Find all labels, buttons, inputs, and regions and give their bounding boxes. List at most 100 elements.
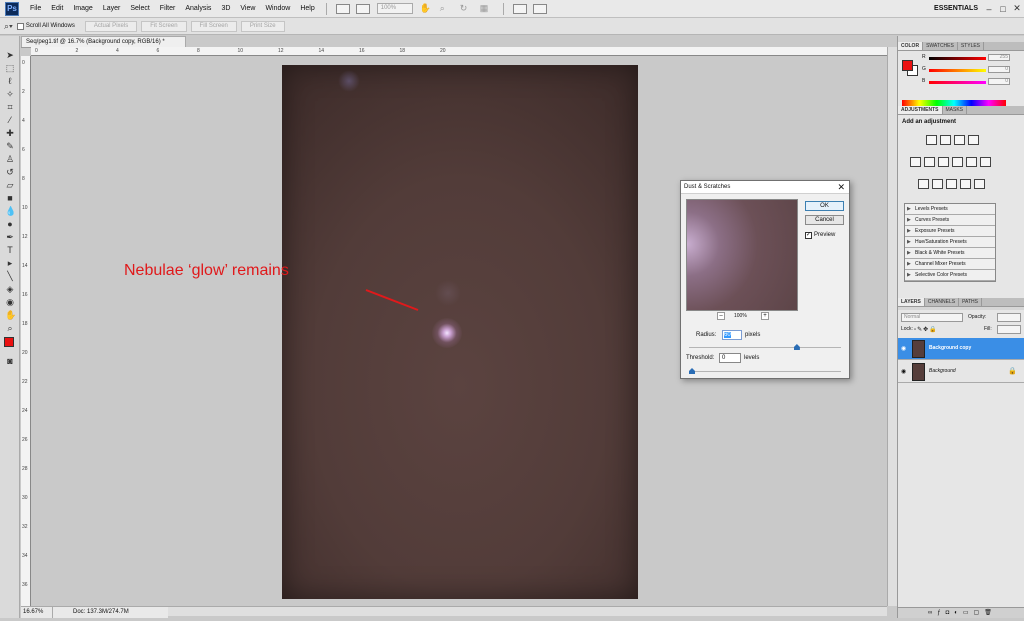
levels-icon[interactable] [940, 135, 951, 145]
hue-saturation-icon[interactable] [924, 157, 935, 167]
preset-exposure[interactable]: Exposure Presets [905, 226, 995, 237]
fit-screen-button[interactable]: Fit Screen [141, 20, 187, 32]
dialog-titlebar[interactable]: Dust & Scratches ✕ [681, 181, 849, 194]
threshold-slider-track[interactable] [689, 371, 841, 372]
3d-orbit-tool-icon[interactable]: ◉ [5, 297, 15, 307]
menu-filter[interactable]: Filter [155, 0, 181, 18]
vertical-scrollbar[interactable] [887, 47, 897, 606]
hand-tool-icon[interactable]: ✋ [5, 310, 16, 320]
menu-help[interactable]: Help [295, 0, 319, 18]
blue-channel-slider[interactable] [929, 81, 986, 84]
menu-layer[interactable]: Layer [98, 0, 126, 18]
threshold-icon[interactable] [946, 179, 957, 189]
zoom-status-field[interactable]: 16.67% [21, 607, 53, 618]
rotate-view-icon[interactable]: ↻ [460, 3, 474, 14]
fill-screen-button[interactable]: Fill Screen [190, 20, 237, 32]
foreground-color-swatch[interactable] [902, 60, 913, 71]
brightness-contrast-icon[interactable] [926, 135, 937, 145]
zoom-in-button[interactable]: + [761, 312, 769, 320]
maximize-button[interactable]: □ [996, 4, 1010, 14]
tab-swatches[interactable]: SWATCHES [923, 42, 958, 50]
blur-tool-icon[interactable]: 💧 [5, 206, 16, 216]
threshold-slider-thumb[interactable] [689, 368, 695, 374]
photo-filter-icon[interactable] [966, 157, 977, 167]
move-tool-icon[interactable]: ➤ [5, 50, 15, 60]
exposure-icon[interactable] [968, 135, 979, 145]
zoom-tool-preset-icon[interactable]: ⌕▾ [4, 21, 13, 32]
menu-select[interactable]: Select [125, 0, 154, 18]
menu-3d[interactable]: 3D [216, 0, 235, 18]
extras-icon[interactable] [355, 3, 370, 14]
curves-icon[interactable] [954, 135, 965, 145]
scroll-all-windows-checkbox[interactable] [16, 22, 24, 30]
tab-styles[interactable]: STYLES [958, 42, 985, 50]
eyedropper-tool-icon[interactable]: ⁄ [5, 115, 15, 125]
link-layers-icon[interactable]: ∞ [928, 610, 937, 616]
preset-curves[interactable]: Curves Presets [905, 215, 995, 226]
radius-input[interactable]: 60 [722, 330, 742, 340]
vertical-ruler[interactable]: 0 2 4 6 8 10 12 14 16 18 20 22 24 26 28 30 32 34 36 [21, 56, 31, 606]
menu-window[interactable]: Window [260, 0, 295, 18]
blue-channel-input[interactable]: 0 [988, 78, 1010, 85]
layer-style-icon[interactable]: ƒ [937, 610, 945, 616]
preset-black-white[interactable]: Black & White Presets [905, 248, 995, 259]
fill-input[interactable] [997, 325, 1021, 334]
horizontal-scrollbar[interactable] [168, 606, 887, 616]
color-balance-icon[interactable] [938, 157, 949, 167]
filter-preview-window[interactable] [686, 199, 798, 311]
eraser-tool-icon[interactable]: ▱ [5, 180, 15, 190]
path-selection-tool-icon[interactable]: ▸ [5, 258, 15, 268]
visibility-eye-icon[interactable]: ◉ [901, 345, 906, 352]
threshold-input[interactable]: 0 [719, 353, 741, 363]
channel-mixer-icon[interactable] [980, 157, 991, 167]
black-white-icon[interactable] [952, 157, 963, 167]
bridge-icon[interactable] [335, 3, 350, 14]
lasso-tool-icon[interactable]: ℓ [5, 76, 15, 86]
cancel-button[interactable]: Cancel [805, 215, 844, 225]
shape-tool-icon[interactable]: ╲ [5, 271, 15, 281]
quick-mask-icon[interactable]: ◙ [5, 356, 15, 366]
foreground-color-swatch[interactable] [4, 337, 14, 347]
clone-stamp-tool-icon[interactable]: ♙ [5, 154, 15, 164]
preset-selective-color[interactable]: Selective Color Presets [905, 270, 995, 281]
pen-tool-icon[interactable]: ✒ [5, 232, 15, 242]
new-layer-icon[interactable]: ▢ [974, 610, 985, 616]
marquee-tool-icon[interactable]: ⬚ [5, 63, 15, 73]
red-channel-slider[interactable] [929, 57, 986, 60]
lock-options-icons[interactable]: ▫✎✥🔒 [914, 326, 938, 333]
hand-tool-icon[interactable]: ✋ [420, 3, 434, 14]
gradient-tool-icon[interactable]: ■ [5, 193, 15, 203]
vibrance-icon[interactable] [910, 157, 921, 167]
document-tab[interactable]: Seq/peg1.tif @ 16.7% (Background copy, R… [21, 36, 186, 47]
tab-masks[interactable]: MASKS [943, 106, 968, 114]
crop-tool-icon[interactable]: ⌗ [5, 102, 15, 112]
new-group-icon[interactable]: ▭ [963, 610, 974, 616]
workspace-switcher[interactable]: ESSENTIALS [934, 5, 982, 12]
invert-icon[interactable] [918, 179, 929, 189]
zoom-tool-icon[interactable]: ⌕ [5, 323, 15, 333]
tab-color[interactable]: COLOR [898, 42, 924, 50]
opacity-input[interactable] [997, 313, 1021, 322]
menu-file[interactable]: File [25, 0, 46, 18]
zoom-level-select[interactable]: 100% [376, 3, 413, 14]
magic-wand-tool-icon[interactable]: ✧ [5, 89, 15, 99]
minimize-button[interactable]: – [982, 4, 996, 14]
blend-mode-select[interactable]: Normal [901, 313, 963, 322]
layer-row-background[interactable]: ◉ Background 🔒 [898, 361, 1024, 383]
menu-view[interactable]: View [235, 0, 260, 18]
dodge-tool-icon[interactable]: ● [5, 219, 15, 229]
3d-rotate-tool-icon[interactable]: ◈ [5, 284, 15, 294]
menu-image[interactable]: Image [68, 0, 97, 18]
preview-checkbox[interactable]: ✓ [805, 232, 812, 239]
new-adjustment-icon[interactable]: ◐ [954, 610, 963, 616]
healing-brush-tool-icon[interactable]: ✚ [5, 128, 15, 138]
ok-button[interactable]: OK [805, 201, 844, 211]
selective-color-icon[interactable] [974, 179, 985, 189]
red-channel-input[interactable]: 255 [988, 54, 1010, 61]
tab-paths[interactable]: PATHS [959, 298, 982, 306]
actual-pixels-button[interactable]: Actual Pixels [84, 20, 138, 32]
type-tool-icon[interactable]: T [5, 245, 15, 255]
horizontal-ruler[interactable]: 0 2 4 6 8 10 12 14 16 18 20 [31, 47, 897, 56]
grid-icon[interactable]: ▦ [480, 3, 494, 14]
history-brush-tool-icon[interactable]: ↺ [5, 167, 15, 177]
